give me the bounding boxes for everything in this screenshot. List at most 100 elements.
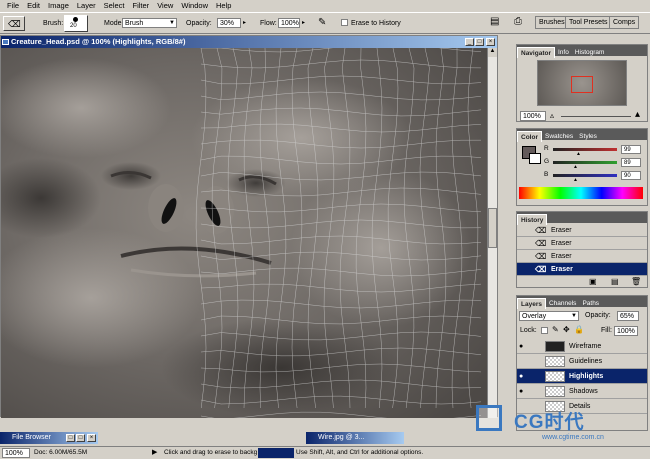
menu-image[interactable]: Image	[44, 0, 73, 12]
blend-mode-value: Overlay	[522, 313, 547, 320]
blend-mode-select[interactable]: Overlay ▼	[519, 311, 579, 321]
file-browser-close-button[interactable]: ×	[87, 434, 96, 442]
layer-opacity-value: 65%	[620, 313, 635, 320]
menu-window[interactable]: Window	[177, 0, 212, 12]
lock-move-icon[interactable]: ✥	[563, 325, 570, 334]
close-button[interactable]: ×	[486, 38, 495, 46]
menu-filter[interactable]: Filter	[129, 0, 154, 12]
navigator-thumbnail[interactable]	[537, 60, 627, 106]
background-color-swatch[interactable]	[529, 153, 541, 164]
channel-value: 90	[624, 173, 631, 179]
scroll-up-icon[interactable]: ▲	[488, 48, 497, 57]
channel-label: B	[544, 171, 549, 178]
menu-edit[interactable]: Edit	[23, 0, 44, 12]
eraser-icon: ⌫	[535, 265, 547, 274]
layer-thumbnail	[545, 386, 565, 397]
tab-info[interactable]: Info	[555, 47, 572, 58]
menu-layer[interactable]: Layer	[73, 0, 100, 12]
file-browser-maximize-button[interactable]: □	[76, 434, 85, 442]
lock-transparency-icon[interactable]	[541, 327, 548, 334]
channel-value-input[interactable]: 89	[621, 158, 641, 167]
color-panel: Color Swatches Styles R ▲ 99 G ▲ 89 B ▲ 90	[516, 128, 648, 206]
airbrush-icon[interactable]: ✎	[318, 17, 326, 28]
erase-history-checkbox[interactable]	[341, 19, 348, 26]
menu-file[interactable]: File	[3, 0, 23, 12]
layer-thumbnail	[545, 341, 565, 352]
trash-icon[interactable]: 🗑	[631, 277, 641, 286]
brush-picker[interactable]: 20	[64, 15, 88, 32]
visibility-eye-icon[interactable]: ●	[519, 339, 529, 354]
flow-slider-arrow-icon[interactable]: ▸	[302, 19, 305, 26]
mode-value: Brush	[125, 20, 144, 27]
wire-doc-title: Wire.jpg @ 3...	[318, 434, 365, 441]
channel-slider[interactable]	[553, 148, 617, 151]
visibility-eye-icon[interactable]: ●	[519, 384, 529, 399]
tab-channels[interactable]: Channels	[546, 298, 579, 309]
menu-view[interactable]: View	[153, 0, 177, 12]
history-item[interactable]: ⌫ Eraser	[517, 263, 647, 276]
well-brushes[interactable]: Brushes	[535, 16, 569, 29]
lock-all-icon[interactable]: 🔒	[574, 325, 584, 334]
layer-row[interactable]: ● Highlights	[517, 369, 647, 384]
minimize-button[interactable]: _	[465, 38, 474, 46]
mode-select[interactable]: Brush ▼	[122, 18, 177, 28]
layer-row[interactable]: ● Shadows	[517, 384, 647, 399]
tool-preset-picker[interactable]: ⌫	[3, 16, 25, 31]
layer-row[interactable]: Guidelines	[517, 354, 647, 369]
well-comps[interactable]: Comps	[609, 16, 640, 29]
history-item[interactable]: ⌫ Eraser	[517, 224, 647, 237]
history-item[interactable]: ⌫ Eraser	[517, 250, 647, 263]
zoom-out-icon[interactable]: ▵	[550, 111, 554, 120]
navigator-zoom-slider[interactable]	[561, 116, 631, 117]
layer-row[interactable]: ● Wireframe	[517, 339, 647, 354]
channel-slider-handle[interactable]: ▲	[573, 164, 578, 170]
fill-input[interactable]: 100%	[614, 326, 638, 336]
channel-value-input[interactable]: 99	[621, 145, 641, 154]
lock-brush-icon[interactable]: ✎	[552, 325, 559, 334]
tab-color[interactable]: Color	[517, 131, 542, 142]
menu-select[interactable]: Select	[100, 0, 129, 12]
layer-opacity-input[interactable]: 65%	[617, 311, 639, 321]
tab-swatches[interactable]: Swatches	[542, 131, 576, 142]
scroll-thumb[interactable]	[488, 208, 497, 248]
channel-slider-handle[interactable]: ▲	[573, 177, 578, 183]
channel-slider[interactable]	[553, 161, 617, 164]
print-icon[interactable]: ⎙	[514, 16, 522, 27]
wire-doc-window[interactable]: Wire.jpg @ 3...	[306, 432, 404, 444]
file-browser-restore-button[interactable]: □	[66, 434, 75, 442]
vertical-scrollbar[interactable]: ▲	[487, 48, 497, 418]
file-browser-icon[interactable]: ▤	[490, 16, 499, 27]
new-document-icon[interactable]: ▤	[611, 277, 619, 286]
channel-slider-handle[interactable]: ▲	[576, 151, 581, 157]
navigator-zoom-input[interactable]: 100%	[520, 111, 546, 121]
creature-head-artwork	[1, 48, 487, 418]
status-arrow-icon[interactable]: ▶	[152, 447, 157, 459]
image-canvas[interactable]	[1, 48, 487, 418]
opacity-value: 30%	[220, 20, 235, 27]
opacity-slider-arrow-icon[interactable]: ▸	[243, 19, 246, 26]
watermark-brand: CG时代	[514, 412, 585, 433]
well-tool-presets[interactable]: Tool Presets	[565, 16, 612, 29]
channel-slider[interactable]	[553, 174, 617, 177]
visibility-eye-icon[interactable]: ●	[519, 369, 529, 384]
flow-input[interactable]: 100%	[278, 18, 300, 28]
color-spectrum-ramp[interactable]	[519, 187, 643, 199]
opacity-label: Opacity:	[186, 20, 212, 27]
status-zoom-input[interactable]: 100%	[2, 448, 30, 458]
channel-value-input[interactable]: 90	[621, 171, 641, 180]
tab-histogram[interactable]: Histogram	[572, 47, 608, 58]
tab-navigator[interactable]: Navigator	[517, 47, 555, 58]
tab-paths[interactable]: Paths	[579, 298, 602, 309]
history-item[interactable]: ⌫ Eraser	[517, 237, 647, 250]
navigator-view-box[interactable]	[571, 76, 593, 93]
new-snapshot-icon[interactable]: ▣	[589, 277, 597, 286]
menu-help[interactable]: Help	[212, 0, 235, 12]
opacity-input[interactable]: 30%	[217, 18, 241, 28]
tab-layers[interactable]: Layers	[517, 298, 546, 309]
eraser-icon: ⌫	[8, 19, 21, 29]
channel-label: R	[544, 145, 549, 152]
zoom-in-icon[interactable]: ▴	[635, 109, 640, 120]
maximize-button[interactable]: □	[475, 38, 484, 46]
fill-label: Fill:	[601, 327, 612, 334]
tab-styles[interactable]: Styles	[576, 131, 600, 142]
